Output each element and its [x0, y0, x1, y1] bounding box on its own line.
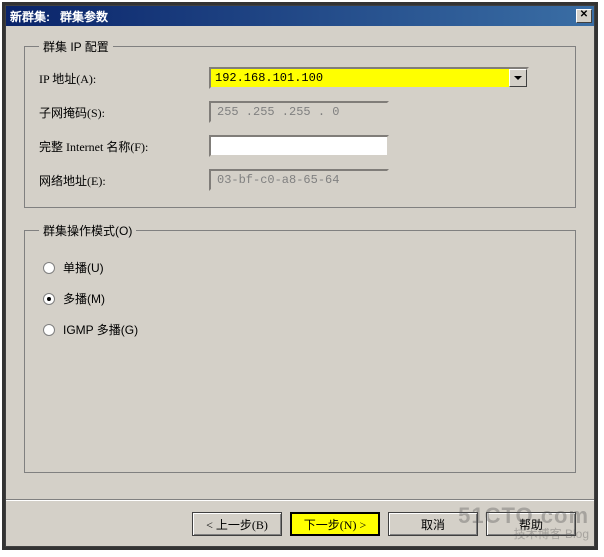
subnet-mask-label: 子网掩码(S): — [39, 104, 209, 121]
radio-unicast-label: 单播(U) — [63, 259, 104, 276]
chevron-down-icon — [514, 76, 522, 80]
radio-unicast[interactable]: 单播(U) — [43, 259, 561, 276]
ip-address-input[interactable] — [211, 69, 509, 87]
cancel-button[interactable]: 取消 — [388, 512, 478, 536]
radio-icon — [43, 324, 55, 336]
fqdn-input[interactable] — [209, 135, 389, 157]
back-button[interactable]: < 上一步(B) — [192, 512, 282, 536]
help-button[interactable]: 帮助 — [486, 512, 576, 536]
window-title: 新群集: 群集参数 — [10, 8, 108, 25]
mac-address-label: 网络地址(E): — [39, 172, 209, 189]
radio-dot-icon — [47, 297, 51, 301]
subnet-mask-input — [209, 101, 389, 123]
dialog-window: 新群集: 群集参数 ✕ 群集 IP 配置 IP 地址(A): 子网掩码(S): — [5, 5, 595, 547]
radio-igmp-multicast[interactable]: IGMP 多播(G) — [43, 321, 561, 338]
ip-address-combo[interactable] — [209, 67, 529, 89]
radio-icon — [43, 293, 55, 305]
button-bar: < 上一步(B) 下一步(N) > 取消 帮助 — [6, 499, 594, 536]
radio-icon — [43, 262, 55, 274]
ip-address-label: IP 地址(A): — [39, 70, 209, 87]
ip-config-group: 群集 IP 配置 IP 地址(A): 子网掩码(S): 完整 Inte — [24, 38, 576, 208]
radio-multicast-label: 多播(M) — [63, 290, 105, 307]
ip-address-dropdown-button[interactable] — [509, 69, 527, 87]
cluster-mode-legend: 群集操作模式(O) — [39, 222, 136, 239]
mac-address-input — [209, 169, 389, 191]
radio-multicast[interactable]: 多播(M) — [43, 290, 561, 307]
cluster-mode-group: 群集操作模式(O) 单播(U) 多播(M) IGMP 多播(G) — [24, 222, 576, 473]
fqdn-label: 完整 Internet 名称(F): — [39, 138, 209, 155]
close-button[interactable]: ✕ — [576, 9, 592, 23]
title-bar: 新群集: 群集参数 ✕ — [6, 6, 594, 26]
next-button[interactable]: 下一步(N) > — [290, 512, 380, 536]
radio-igmp-label: IGMP 多播(G) — [63, 321, 138, 338]
ip-config-legend: 群集 IP 配置 — [39, 38, 113, 55]
